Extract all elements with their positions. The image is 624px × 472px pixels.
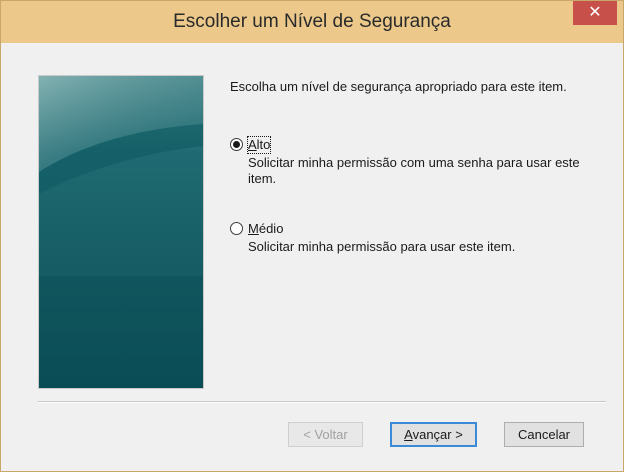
intro-text: Escolha um nível de segurança apropriado… <box>230 79 567 94</box>
option-alto[interactable]: Alto <box>230 136 272 154</box>
next-button-accel: A <box>404 427 413 442</box>
radio-checked-icon[interactable] <box>230 138 243 151</box>
option-medio-label[interactable]: Médio <box>248 221 283 237</box>
radio-unchecked-icon[interactable] <box>230 222 243 235</box>
option-medio-accel: M <box>248 221 259 236</box>
option-alto-accel: A <box>248 137 257 152</box>
divider <box>38 401 606 403</box>
next-button[interactable]: Avançar > <box>390 422 477 447</box>
next-button-label-rest: vançar > <box>412 427 463 442</box>
security-level-dialog: Escolher um Nível de Segurança ✕ Escolha… <box>0 0 624 472</box>
cancel-button[interactable]: Cancelar <box>504 422 584 447</box>
back-button[interactable]: < Voltar <box>288 422 363 447</box>
close-icon: ✕ <box>588 4 602 21</box>
option-alto-description: Solicitar minha permissão com uma senha … <box>248 155 580 186</box>
side-panel-graphic <box>39 76 203 388</box>
option-medio-description: Solicitar minha permissão para usar este… <box>248 239 516 254</box>
option-medio-label-rest: édio <box>258 221 284 236</box>
option-alto-label[interactable]: Alto <box>246 136 272 154</box>
window-title: Escolher um Nível de Segurança <box>173 11 451 32</box>
dialog-body: Escolha um nível de segurança apropriado… <box>8 43 616 465</box>
option-medio[interactable]: Médio <box>230 221 283 237</box>
close-button[interactable]: ✕ <box>573 1 617 25</box>
title-bar: Escolher um Nível de Segurança ✕ <box>1 1 623 43</box>
wizard-side-image <box>38 75 204 389</box>
option-alto-label-rest: lto <box>256 137 271 152</box>
